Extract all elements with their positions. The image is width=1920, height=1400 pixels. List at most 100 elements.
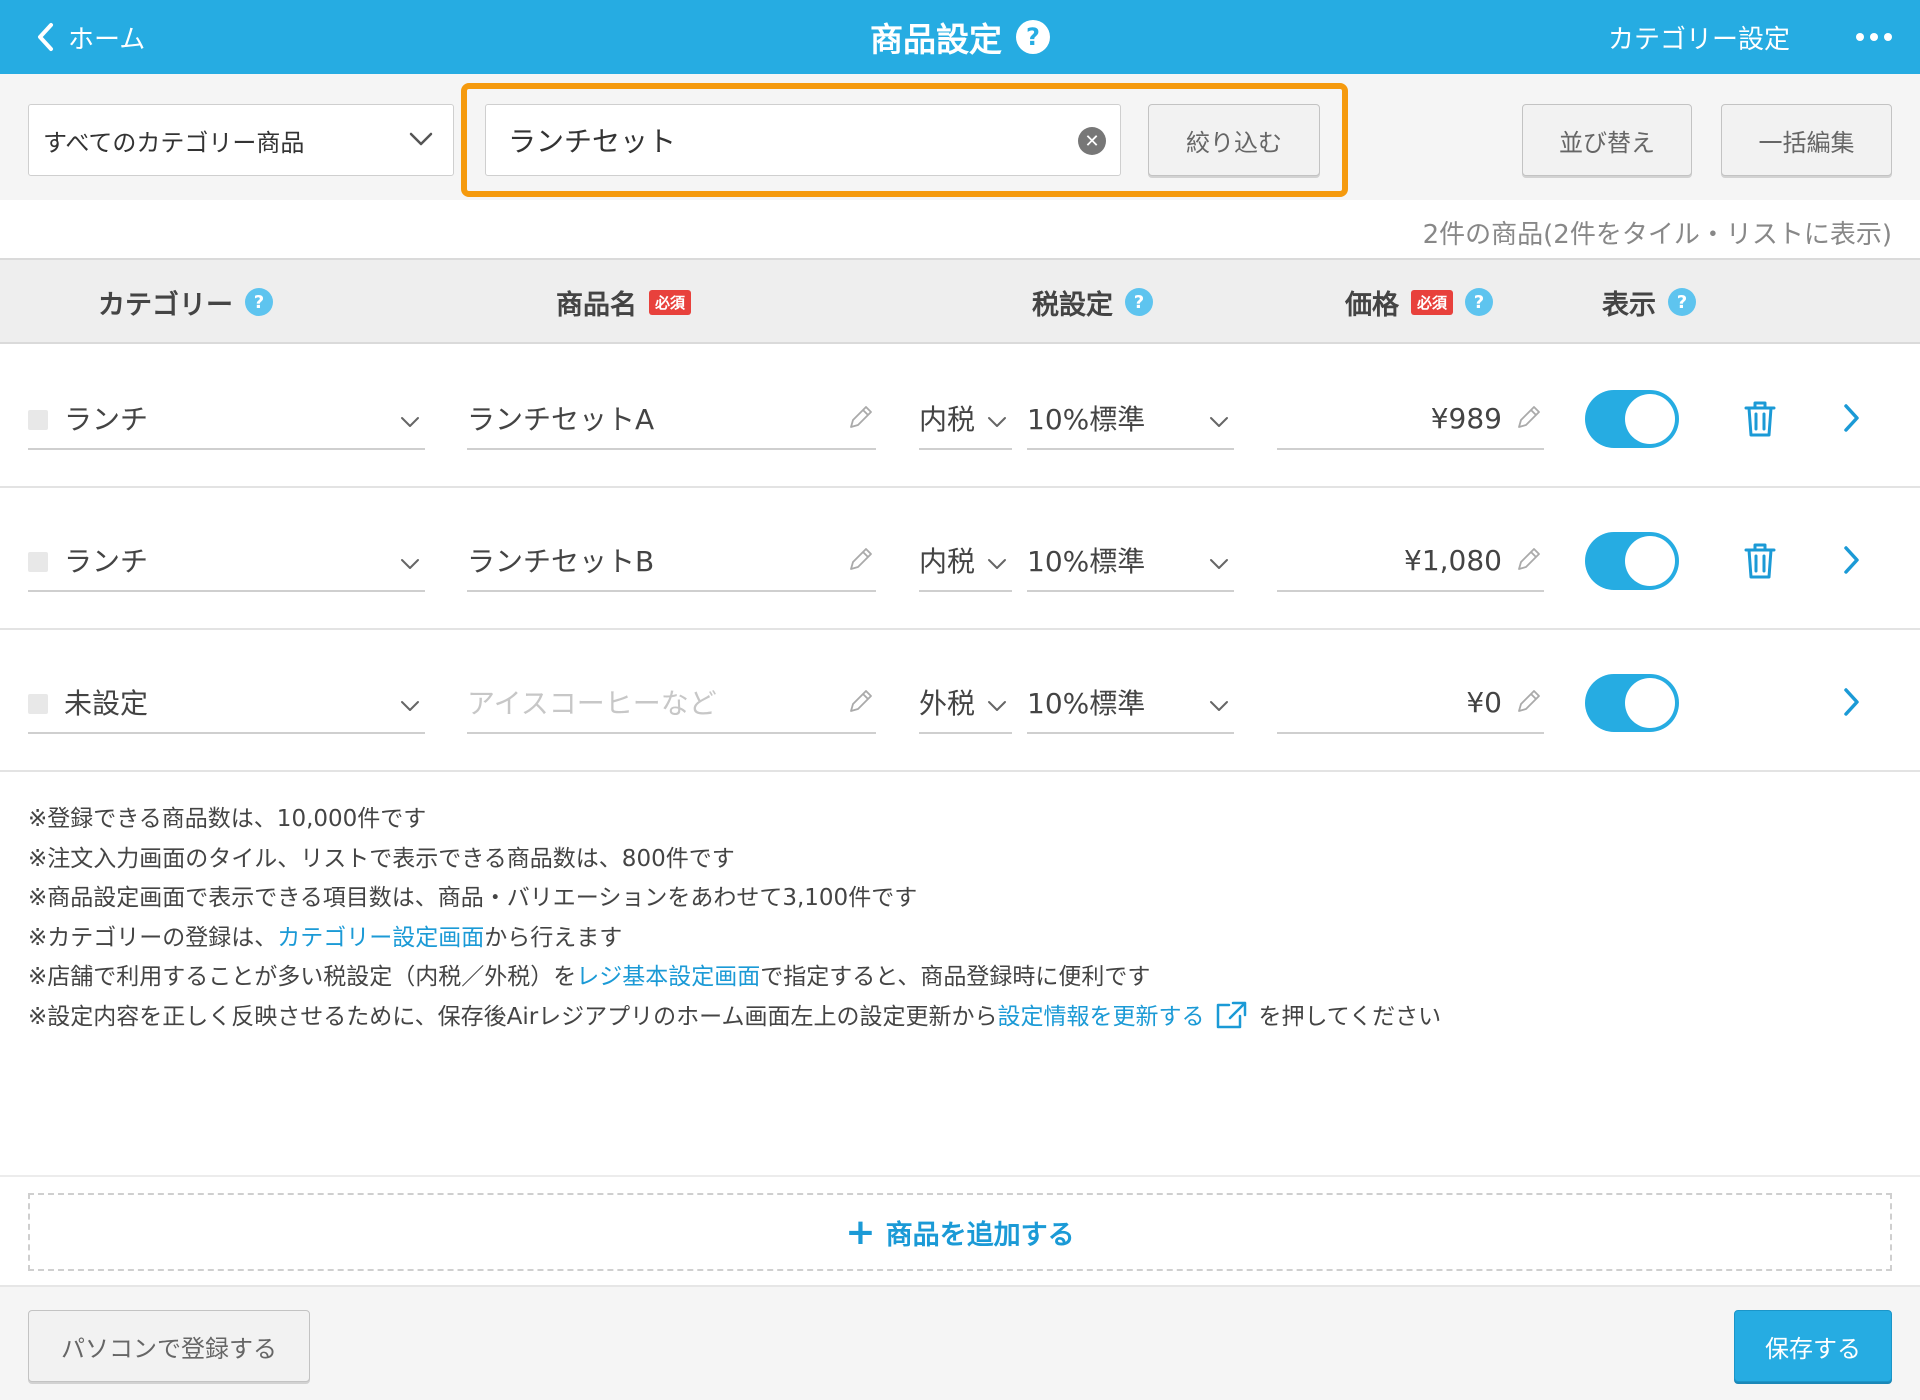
product-name-field[interactable]: ランチセットA: [467, 388, 876, 450]
more-menu-icon[interactable]: [1856, 0, 1892, 74]
category-value: ランチ: [64, 545, 149, 578]
note-text: を押してください: [1258, 1003, 1442, 1030]
column-label: 商品名: [556, 289, 637, 321]
help-icon[interactable]: ?: [1016, 20, 1050, 54]
tax-type-select[interactable]: 内税: [919, 530, 1012, 592]
column-price: 価格 必須 ?: [1345, 260, 1494, 344]
product-name-field[interactable]: ランチセットB: [467, 530, 876, 592]
note-text: ※店舗で利用することが多い税設定（内税／外税）を: [28, 964, 577, 990]
note-line: ※カテゴリーの登録は、カテゴリー設定画面から行えます: [28, 919, 1441, 959]
external-link-icon[interactable]: [1214, 1000, 1248, 1030]
tax-type-select[interactable]: 内税: [919, 388, 1012, 450]
chevron-right-icon[interactable]: [1840, 686, 1862, 718]
price-field[interactable]: ¥1,080: [1277, 530, 1544, 592]
note-line: ※店舗で利用することが多い税設定（内税／外税）をレジ基本設定画面で指定すると、商…: [28, 958, 1441, 998]
category-filter-value: すべてのカテゴリー商品: [43, 128, 305, 157]
chevron-down-icon: [401, 559, 419, 569]
tax-type-select[interactable]: 外税: [919, 672, 1012, 734]
plus-icon: +: [845, 1211, 876, 1253]
product-name-field[interactable]: アイスコーヒーなど: [467, 672, 876, 734]
help-icon[interactable]: ?: [1668, 288, 1696, 316]
tax-rate-select[interactable]: 10%標準: [1027, 530, 1234, 592]
price-value: ¥989: [1430, 401, 1502, 435]
category-value: ランチ: [64, 403, 149, 436]
note-line: ※登録できる商品数は、10,000件です: [28, 806, 427, 832]
display-toggle[interactable]: [1585, 674, 1679, 732]
register-basic-settings-link[interactable]: レジ基本設定画面: [576, 964, 760, 990]
column-label: カテゴリー: [98, 289, 233, 321]
update-settings-link[interactable]: 設定情報を更新する: [997, 1004, 1204, 1030]
search-highlight-frame: [461, 83, 1348, 197]
price-value: ¥0: [1466, 685, 1502, 719]
table-row: ランチ ランチセットA 内税 10%標準 ¥989: [0, 346, 1920, 488]
trash-icon[interactable]: [1742, 399, 1778, 439]
tax-rate-value: 10%標準: [1027, 403, 1146, 436]
help-icon[interactable]: ?: [1125, 288, 1153, 316]
tax-type-value: 内税: [919, 403, 976, 436]
display-toggle[interactable]: [1585, 532, 1679, 590]
column-label: 価格: [1345, 289, 1399, 321]
note-text: ※カテゴリーの登録は、: [28, 924, 278, 951]
tax-type-value: 外税: [919, 687, 976, 720]
price-field[interactable]: ¥0: [1277, 672, 1544, 734]
category-settings-link[interactable]: カテゴリー設定: [1608, 0, 1790, 74]
note-line: ※注文入力画面のタイル、リストで表示できる商品数は、800件です: [28, 845, 735, 872]
back-button[interactable]: ホーム: [36, 0, 145, 74]
notes: ※登録できる商品数は、10,000件です ※注文入力画面のタイル、リストで表示で…: [28, 800, 1441, 1037]
page-title: 商品設定: [870, 20, 1002, 59]
chevron-right-icon[interactable]: [1840, 544, 1862, 576]
display-toggle[interactable]: [1585, 390, 1679, 448]
note-text: で指定すると、商品登録時に便利です: [760, 964, 1151, 990]
chevron-right-icon[interactable]: [1840, 402, 1862, 434]
chevron-left-icon: [38, 23, 53, 51]
column-label: 税設定: [1032, 289, 1113, 321]
footer: パソコンで登録する 保存する: [0, 1285, 1920, 1400]
chevron-down-icon: [988, 701, 1006, 711]
trash-icon[interactable]: [1742, 541, 1778, 581]
pencil-icon: [1518, 690, 1540, 712]
column-tax: 税設定 ?: [1032, 260, 1153, 344]
pencil-icon: [1518, 548, 1540, 570]
chevron-down-icon: [988, 559, 1006, 569]
add-product-button[interactable]: + 商品を追加する: [28, 1193, 1892, 1271]
chevron-down-icon: [1210, 701, 1228, 711]
bulk-edit-button[interactable]: 一括編集: [1721, 104, 1892, 176]
column-display: 表示 ?: [1602, 260, 1696, 344]
product-count: 2件の商品(2件をタイル・リストに表示): [1422, 220, 1892, 250]
note-line: ※設定内容を正しく反映させるために、保存後Airレジアプリのホーム画面左上の設定…: [28, 998, 1441, 1038]
category-filter-select[interactable]: すべてのカテゴリー商品: [28, 104, 454, 176]
table-header: カテゴリー ? 商品名 必須 税設定 ? 価格 必須 ? 表示 ?: [0, 258, 1920, 344]
pencil-icon: [850, 548, 872, 570]
app-header: ホーム 商品設定 ? カテゴリー設定: [0, 0, 1920, 74]
help-icon[interactable]: ?: [1465, 288, 1494, 316]
product-name-value: ランチセットA: [467, 403, 655, 436]
column-label: 表示: [1602, 289, 1656, 321]
table-row: 未設定 アイスコーヒーなど 外税 10%標準 ¥0: [0, 630, 1920, 772]
required-badge: 必須: [1411, 289, 1454, 315]
help-icon[interactable]: ?: [245, 288, 273, 316]
save-button[interactable]: 保存する: [1734, 1310, 1892, 1382]
pencil-icon: [1518, 406, 1540, 428]
category-select[interactable]: 未設定: [28, 672, 425, 734]
column-name: 商品名 必須: [556, 260, 692, 344]
required-badge: 必須: [649, 289, 692, 315]
category-settings-screen-link[interactable]: カテゴリー設定画面: [277, 925, 484, 951]
product-name-placeholder: アイスコーヒーなど: [467, 687, 717, 720]
tax-rate-select[interactable]: 10%標準: [1027, 672, 1234, 734]
tax-rate-value: 10%標準: [1027, 545, 1146, 578]
price-value: ¥1,080: [1404, 543, 1502, 577]
toggle-knob: [1625, 394, 1675, 444]
sort-button[interactable]: 並び替え: [1522, 104, 1692, 176]
tax-rate-select[interactable]: 10%標準: [1027, 388, 1234, 450]
category-select[interactable]: ランチ: [28, 530, 425, 592]
add-product-label: 商品を追加する: [885, 1219, 1075, 1251]
note-text: ※設定内容を正しく反映させるために、保存後Airレジアプリのホーム画面左上の設定…: [28, 1003, 998, 1030]
category-value: 未設定: [64, 687, 149, 720]
price-field[interactable]: ¥989: [1277, 388, 1544, 450]
column-category: カテゴリー ?: [98, 260, 273, 344]
category-select[interactable]: ランチ: [28, 388, 425, 450]
register-on-pc-button[interactable]: パソコンで登録する: [28, 1310, 310, 1382]
toggle-knob: [1625, 678, 1675, 728]
back-label: ホーム: [68, 24, 146, 55]
note-line: ※商品設定画面で表示できる項目数は、商品・バリエーションをあわせて3,100件で…: [28, 885, 918, 911]
